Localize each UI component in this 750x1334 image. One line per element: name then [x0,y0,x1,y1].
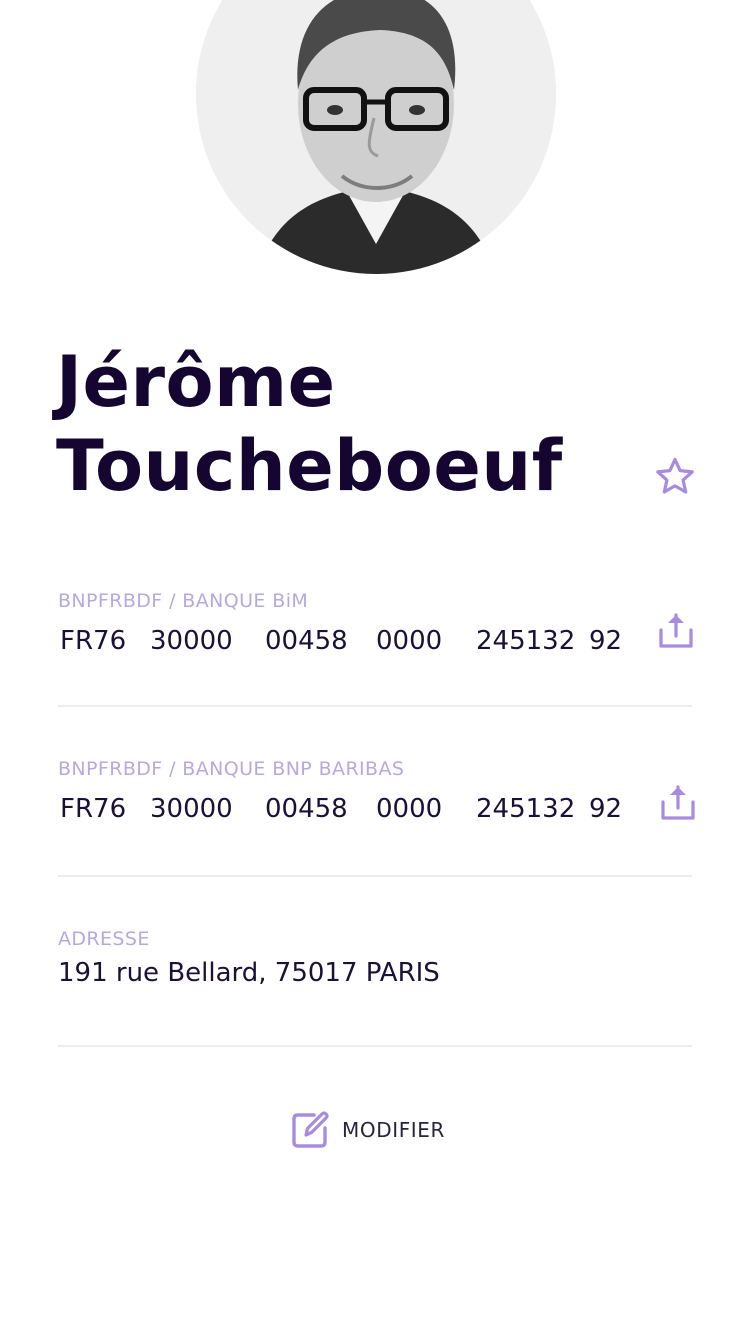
iban-group: 92 [589,794,623,824]
divider [58,1045,692,1047]
iban-group: 92 [589,626,623,656]
modify-label: MODIFIER [342,1118,446,1142]
address-value: 191 rue Bellard, 75017 PARIS [58,958,440,988]
divider [58,705,692,707]
divider [58,875,692,877]
account-block: BNPFRBDF / BANQUE BNP BARIBAS FR76 30000… [58,758,692,824]
avatar-photo [196,0,556,274]
iban-group: FR76 [60,794,127,824]
iban-group: 0000 [376,626,443,656]
iban-group: FR76 [60,626,127,656]
share-icon [661,785,695,820]
iban-group: 00458 [265,794,348,824]
account-block: BNPFRBDF / BANQUE BiM FR76 30000 00458 0… [58,590,692,656]
iban-group: 245132 [476,794,576,824]
contact-detail-screen: Jérôme Toucheboeuf BNPFRBDF / BANQUE BiM… [0,0,750,1334]
iban-group: 30000 [150,794,233,824]
address-label: ADRESSE [58,928,150,950]
account-bank-label: BNPFRBDF / BANQUE BNP BARIBAS [58,758,405,780]
iban-group: 0000 [376,794,443,824]
share-account-button[interactable] [660,784,696,822]
star-outline-icon [656,457,694,494]
account-iban: FR76 30000 00458 0000 245132 92 [58,626,692,656]
avatar [196,0,556,274]
address-block: ADRESSE 191 rue Bellard, 75017 PARIS [58,928,692,988]
account-bank-label: BNPFRBDF / BANQUE BiM [58,590,309,612]
favorite-button[interactable] [654,456,696,498]
contact-last-name: Toucheboeuf [56,425,563,507]
account-iban: FR76 30000 00458 0000 245132 92 [58,794,692,824]
iban-group: 30000 [150,626,233,656]
contact-first-name: Jérôme [56,341,336,423]
contact-name: Jérôme Toucheboeuf [56,340,616,508]
modify-button[interactable]: MODIFIER [290,1110,445,1150]
edit-icon [292,1111,329,1148]
share-account-button[interactable] [658,612,694,650]
share-icon [659,613,693,648]
iban-group: 00458 [265,626,348,656]
iban-group: 245132 [476,626,576,656]
